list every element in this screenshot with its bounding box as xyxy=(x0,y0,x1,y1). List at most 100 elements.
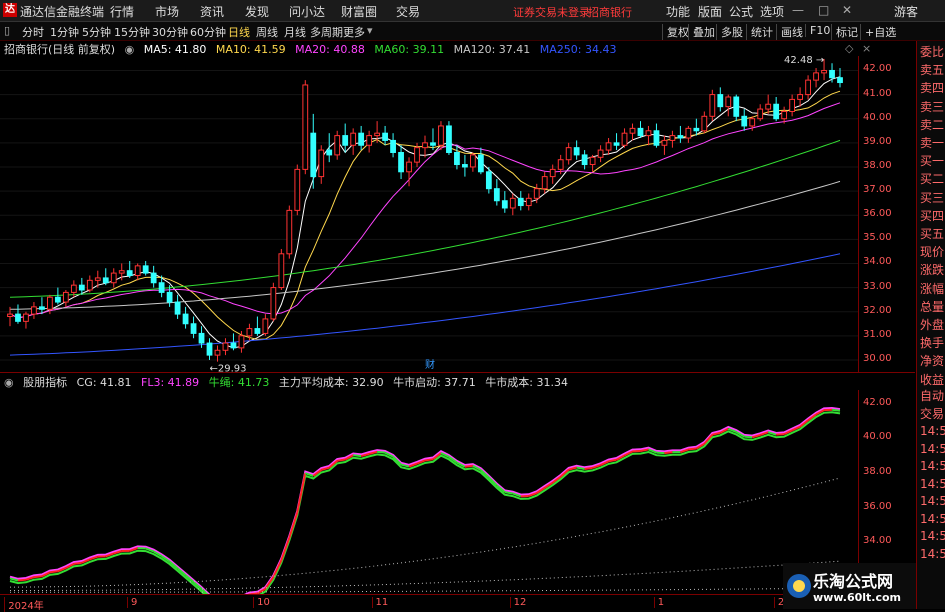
tab-toggle-icon[interactable]: ▯ xyxy=(4,24,10,37)
guest-user[interactable]: 游客 xyxy=(894,3,918,20)
candle-body xyxy=(606,143,611,150)
tab-period-30min[interactable]: 30分钟 xyxy=(152,24,188,40)
tab-period-more[interactable]: 更多 xyxy=(343,24,365,40)
price-chart[interactable]: 42.48 →←29.93财 xyxy=(0,56,858,372)
candle-body xyxy=(423,143,428,148)
time-axis-label: 1 xyxy=(654,597,664,608)
time-axis-label: 10 xyxy=(253,597,270,608)
quote-field-label[interactable]: 委比 xyxy=(920,43,944,61)
tab-period-1min[interactable]: 1分钟 xyxy=(50,24,79,40)
overlay-button[interactable]: 叠加 xyxy=(688,24,715,40)
candle-body xyxy=(215,350,220,355)
candle-body xyxy=(734,97,739,116)
trade-time-label[interactable]: 14:5 xyxy=(920,492,945,510)
close-icon[interactable]: ✕ xyxy=(842,3,852,17)
quote-field-label[interactable]: 收益 xyxy=(920,371,944,389)
quote-field-label[interactable]: 卖四 xyxy=(920,79,944,97)
tab-period-5min[interactable]: 5分钟 xyxy=(82,24,111,40)
ma250-value: MA250: 34.43 xyxy=(540,43,617,56)
quote-field-label[interactable]: 卖三 xyxy=(920,98,944,116)
mark-button[interactable]: 标记 xyxy=(831,24,858,40)
tab-period-intraday[interactable]: 分时 xyxy=(22,24,44,40)
candle-body xyxy=(359,133,364,145)
tab-period-60min[interactable]: 60分钟 xyxy=(190,24,226,40)
quote-field-label[interactable]: 买一 xyxy=(920,152,944,170)
candle-body xyxy=(470,155,475,167)
quote-field-label[interactable]: 换手 xyxy=(920,334,944,352)
high-price-label: 42.48 → xyxy=(784,56,824,66)
menu-layout[interactable]: 版面 xyxy=(698,3,722,20)
ma5-value: MA5: 41.80 xyxy=(144,43,207,56)
cg-line-segment xyxy=(18,580,26,581)
statistics-button[interactable]: 统计 xyxy=(746,24,773,40)
trade-login-warning[interactable]: 证券交易未登录 xyxy=(513,4,590,20)
quote-field-label[interactable]: 买五 xyxy=(920,225,944,243)
indicator-settings-icon[interactable]: ◉ xyxy=(4,376,14,389)
trade-time-label[interactable]: 14:5 xyxy=(920,422,945,440)
quote-field-label[interactable]: 卖五 xyxy=(920,61,944,79)
multi-stock-button[interactable]: 多股 xyxy=(716,24,743,40)
menu-discover[interactable]: 发现 xyxy=(245,3,269,20)
bull-rope-line xyxy=(10,412,840,594)
candle-body xyxy=(159,283,164,293)
trade-time-label[interactable]: 自动 xyxy=(920,387,944,405)
candle-body xyxy=(32,307,37,314)
ma5-line xyxy=(10,77,840,348)
quote-field-label[interactable]: 总量 xyxy=(920,298,944,316)
quote-field-label[interactable]: 涨幅 xyxy=(920,280,944,298)
tab-period-monthly[interactable]: 月线 xyxy=(284,24,306,40)
cg-line-segment xyxy=(688,448,696,449)
cg-line-segment xyxy=(465,466,473,467)
candle-body xyxy=(95,278,100,280)
period-toolbar: ▯ 分时 1分钟 5分钟 15分钟 30分钟 60分钟 日线 周线 月线 多周期… xyxy=(0,22,945,41)
quote-field-label[interactable]: 现价 xyxy=(920,243,944,261)
cg-line-segment xyxy=(377,452,385,453)
quote-field-label[interactable]: 买四 xyxy=(920,207,944,225)
draw-line-button[interactable]: 画线 xyxy=(776,24,803,40)
trade-time-label[interactable]: 14:5 xyxy=(920,475,945,493)
menu-functions[interactable]: 功能 xyxy=(666,3,690,20)
cg-line-segment xyxy=(289,513,297,538)
quote-field-label[interactable]: 涨跌 xyxy=(920,261,944,279)
menu-options[interactable]: 选项 xyxy=(760,3,784,20)
add-watchlist-button[interactable]: +自选 xyxy=(860,24,896,40)
more-dropdown-icon[interactable]: ▾ xyxy=(367,24,373,37)
tab-period-weekly[interactable]: 周线 xyxy=(256,24,278,40)
quote-field-label[interactable]: 外盘 xyxy=(920,316,944,334)
quote-field-label[interactable]: 卖二 xyxy=(920,116,944,134)
minimize-icon[interactable]: — xyxy=(792,3,804,17)
candle-body xyxy=(199,333,204,343)
menu-market-quote[interactable]: 行情 xyxy=(110,3,134,20)
indicator-chart[interactable] xyxy=(0,390,858,594)
trade-time-label[interactable]: 14:5 xyxy=(920,545,945,563)
candle-body xyxy=(55,297,60,302)
trade-time-label[interactable]: 14:5 xyxy=(920,510,945,528)
menu-formula[interactable]: 公式 xyxy=(729,3,753,20)
candle-body xyxy=(742,116,747,126)
indicator-name[interactable]: 股朋指标 xyxy=(23,374,67,390)
trade-time-label[interactable]: 14:5 xyxy=(920,440,945,458)
f10-button[interactable]: F10 xyxy=(805,24,830,37)
restore-icon[interactable]: □ xyxy=(818,3,829,17)
quote-field-label[interactable]: 买三 xyxy=(920,189,944,207)
quote-field-label[interactable]: 买二 xyxy=(920,170,944,188)
restore-rights-button[interactable]: 复权 xyxy=(662,24,689,40)
menu-market[interactable]: 市场 xyxy=(155,3,179,20)
ma-settings-icon[interactable]: ◉ xyxy=(125,43,135,56)
menu-wealth-circle[interactable]: 财富圈 xyxy=(341,3,377,20)
quote-field-label[interactable]: 净资 xyxy=(920,352,944,370)
menu-ask-assistant[interactable]: 问小达 xyxy=(289,3,325,20)
trade-time-label[interactable]: 14:5 xyxy=(920,457,945,475)
menu-news[interactable]: 资讯 xyxy=(200,3,224,20)
candle-body xyxy=(455,152,460,164)
tab-period-daily[interactable]: 日线 xyxy=(228,24,250,40)
quote-field-label[interactable]: 卖一 xyxy=(920,134,944,152)
trade-time-label[interactable]: 交易 xyxy=(920,405,944,423)
diamond-icon[interactable]: ◇ xyxy=(845,42,853,55)
tab-period-multi[interactable]: 多周期 xyxy=(310,24,343,40)
close-icon[interactable]: × xyxy=(862,42,871,55)
trade-time-label[interactable]: 14:5 xyxy=(920,527,945,545)
menu-trade[interactable]: 交易 xyxy=(396,3,420,20)
tab-period-15min[interactable]: 15分钟 xyxy=(114,24,150,40)
candle-body xyxy=(750,119,755,126)
